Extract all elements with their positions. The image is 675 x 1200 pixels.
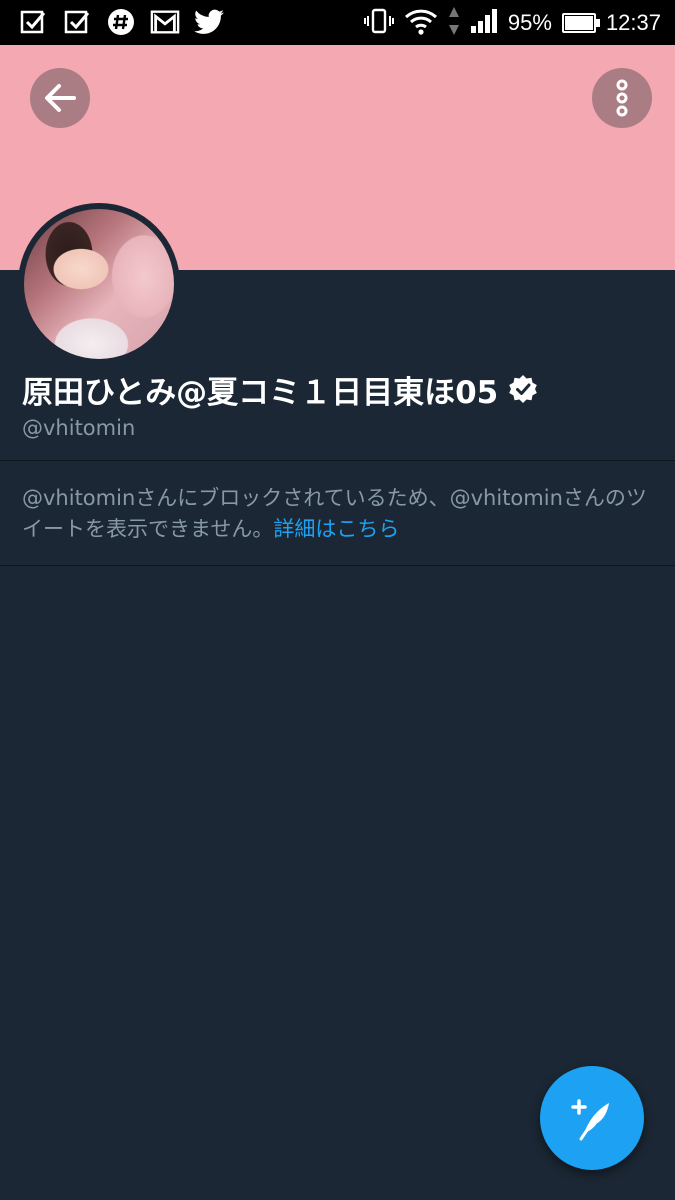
learn-more-link[interactable]: 詳細はこちら [273, 517, 399, 541]
gmail-icon [150, 7, 180, 37]
system-status: 95% 12:37 [363, 0, 661, 45]
verified-badge-icon [508, 374, 538, 404]
back-button[interactable] [30, 68, 90, 128]
status-bar: 95% 12:37 [0, 0, 675, 45]
checkbox-icon [18, 7, 48, 37]
clock: 12:37 [605, 9, 661, 35]
signal-icon [470, 8, 498, 38]
more-vertical-icon [616, 79, 628, 117]
more-options-button[interactable] [592, 68, 652, 128]
wifi-icon [404, 7, 438, 39]
notification-icons [18, 7, 224, 37]
slack-icon [106, 7, 136, 37]
divider [0, 565, 675, 566]
data-arrows-icon [448, 6, 460, 40]
battery-percent: 95% [507, 9, 552, 35]
avatar[interactable] [18, 203, 180, 365]
checkbox-icon [62, 7, 92, 37]
profile-display-name: 原田ひとみ@夏コミ１日目東ほ05 [22, 366, 538, 412]
arrow-left-icon [45, 84, 76, 112]
battery-level [564, 15, 594, 30]
profile-handle: @vhitomin [22, 416, 136, 440]
compose-feather-icon [571, 1099, 609, 1141]
battery-icon [561, 12, 600, 33]
divider [0, 460, 675, 461]
avatar-photo [24, 209, 174, 359]
display-name-text: 原田ひとみ@夏コミ１日目東ほ05 [22, 374, 499, 411]
twitter-icon [194, 7, 224, 37]
vibrate-icon [363, 7, 394, 39]
compose-tweet-button[interactable] [540, 1066, 644, 1170]
blocked-notice: @vhitominさんにブロックされているため、@vhitominさんのツイート… [22, 483, 652, 545]
